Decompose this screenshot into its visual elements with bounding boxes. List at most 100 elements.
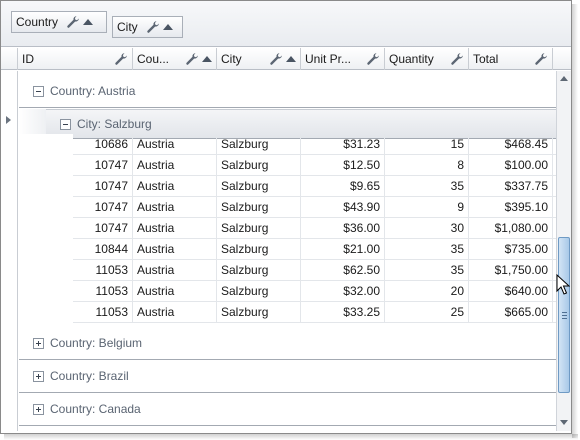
cell-total[interactable]: $665.00 xyxy=(469,302,553,323)
wrench-icon[interactable] xyxy=(534,52,548,66)
scroll-up-arrow-icon[interactable] xyxy=(560,76,568,81)
cell-quantity[interactable]: 20 xyxy=(385,281,469,302)
cell-quantity[interactable]: 35 xyxy=(385,239,469,260)
cell-total[interactable]: $337.75 xyxy=(469,176,553,197)
cell-country[interactable]: Austria xyxy=(133,197,217,218)
column-header-row: ID Cou... City Unit Pr... Quantity Total xyxy=(1,48,571,70)
column-header-total[interactable]: Total xyxy=(469,48,553,70)
cell-country[interactable]: Austria xyxy=(133,218,217,239)
table-row[interactable]: 10747 Austria Salzburg $36.00 30 $1,080.00 xyxy=(73,218,556,239)
cell-total[interactable]: $100.00 xyxy=(469,155,553,176)
column-header-city[interactable]: City xyxy=(217,48,301,70)
table-row[interactable]: 10686 Austria Salzburg $31.23 15 $468.45 xyxy=(73,134,556,155)
wrench-icon[interactable] xyxy=(450,52,464,66)
cell-quantity[interactable]: 8 xyxy=(385,155,469,176)
cell-id[interactable]: 10844 xyxy=(73,239,133,260)
group-chip-city[interactable]: City xyxy=(112,16,183,38)
wrench-icon[interactable] xyxy=(269,52,283,66)
cell-quantity[interactable]: 25 xyxy=(385,302,469,323)
cell-quantity[interactable]: 35 xyxy=(385,176,469,197)
cell-unit-price[interactable]: $31.23 xyxy=(301,134,385,155)
sort-ascending-icon[interactable] xyxy=(83,19,94,25)
cell-id[interactable]: 10747 xyxy=(73,176,133,197)
cell-unit-price[interactable]: $33.25 xyxy=(301,302,385,323)
group-row-belgium[interactable]: Country: Belgium xyxy=(19,327,556,360)
wrench-icon[interactable] xyxy=(66,15,80,29)
cell-id[interactable]: 10747 xyxy=(73,218,133,239)
column-header-unit-price[interactable]: Unit Pr... xyxy=(301,48,385,70)
cell-id[interactable]: 10686 xyxy=(73,134,133,155)
cell-quantity[interactable]: 30 xyxy=(385,218,469,239)
vertical-scrollbar[interactable] xyxy=(556,71,571,431)
cell-id[interactable]: 11053 xyxy=(73,302,133,323)
cell-id[interactable]: 10747 xyxy=(73,197,133,218)
expand-plus-icon[interactable] xyxy=(33,337,44,349)
group-row-austria[interactable]: Country: Austria xyxy=(19,75,556,108)
table-row[interactable]: 10747 Austria Salzburg $43.90 9 $395.10 xyxy=(73,197,556,218)
table-row[interactable]: 10747 Austria Salzburg $9.65 35 $337.75 xyxy=(73,176,556,197)
cell-total[interactable]: $640.00 xyxy=(469,281,553,302)
table-row[interactable]: 11053 Austria Salzburg $33.25 25 $665.00 xyxy=(73,302,556,323)
collapse-minus-icon[interactable] xyxy=(60,118,71,130)
cell-city[interactable]: Salzburg xyxy=(217,281,301,302)
cell-total[interactable]: $1,080.00 xyxy=(469,218,553,239)
collapse-minus-icon[interactable] xyxy=(33,85,44,97)
scrollbar-thumb[interactable] xyxy=(558,237,570,393)
column-header-label: Cou... xyxy=(137,52,170,66)
cell-total[interactable]: $735.00 xyxy=(469,239,553,260)
cell-unit-price[interactable]: $32.00 xyxy=(301,281,385,302)
cell-country[interactable]: Austria xyxy=(133,281,217,302)
cell-unit-price[interactable]: $43.90 xyxy=(301,197,385,218)
cell-quantity[interactable]: 15 xyxy=(385,134,469,155)
cell-id[interactable]: 11053 xyxy=(73,281,133,302)
cell-unit-price[interactable]: $9.65 xyxy=(301,176,385,197)
wrench-icon[interactable] xyxy=(114,52,128,66)
group-chip-country[interactable]: Country xyxy=(11,11,107,33)
cell-total[interactable]: $468.45 xyxy=(469,134,553,155)
cell-country[interactable]: Austria xyxy=(133,302,217,323)
table-row[interactable]: 11053 Austria Salzburg $32.00 20 $640.00 xyxy=(73,281,556,302)
cell-city[interactable]: Salzburg xyxy=(217,260,301,281)
expand-plus-icon[interactable] xyxy=(33,403,44,415)
expand-plus-icon[interactable] xyxy=(33,370,44,382)
cell-country[interactable]: Austria xyxy=(133,176,217,197)
cell-city[interactable]: Salzburg xyxy=(217,176,301,197)
table-row[interactable]: 10844 Austria Salzburg $21.00 35 $735.00 xyxy=(73,239,556,260)
cell-unit-price[interactable]: $21.00 xyxy=(301,239,385,260)
cell-id[interactable]: 10747 xyxy=(73,155,133,176)
cell-total[interactable]: $395.10 xyxy=(469,197,553,218)
table-row[interactable]: 10747 Austria Salzburg $12.50 8 $100.00 xyxy=(73,155,556,176)
column-header-country[interactable]: Cou... xyxy=(133,48,217,70)
column-header-id[interactable]: ID xyxy=(18,48,133,70)
column-header-label: Quantity xyxy=(389,52,434,66)
scroll-down-arrow-icon[interactable] xyxy=(560,420,568,425)
cell-unit-price[interactable]: $12.50 xyxy=(301,155,385,176)
column-header-quantity[interactable]: Quantity xyxy=(385,48,469,70)
current-row-arrow-icon xyxy=(6,116,11,124)
cell-id[interactable]: 11053 xyxy=(73,260,133,281)
cell-city[interactable]: Salzburg xyxy=(217,197,301,218)
cell-unit-price[interactable]: $62.50 xyxy=(301,260,385,281)
group-row-brazil[interactable]: Country: Brazil xyxy=(19,360,556,393)
wrench-icon[interactable] xyxy=(146,20,160,34)
cell-country[interactable]: Austria xyxy=(133,155,217,176)
cell-city[interactable]: Salzburg xyxy=(217,302,301,323)
sort-ascending-icon[interactable] xyxy=(162,24,173,30)
cell-country[interactable]: Austria xyxy=(133,260,217,281)
wrench-icon[interactable] xyxy=(366,52,380,66)
group-row-label: Country: Canada xyxy=(50,402,141,416)
group-indent xyxy=(19,134,73,323)
cell-city[interactable]: Salzburg xyxy=(217,155,301,176)
cell-country[interactable]: Austria xyxy=(133,239,217,260)
cell-quantity[interactable]: 35 xyxy=(385,260,469,281)
wrench-icon[interactable] xyxy=(185,52,199,66)
table-row[interactable]: 11053 Austria Salzburg $62.50 35 $1,750.00 xyxy=(73,260,556,281)
group-row-canada[interactable]: Country: Canada xyxy=(19,393,556,426)
cell-city[interactable]: Salzburg xyxy=(217,239,301,260)
cell-quantity[interactable]: 9 xyxy=(385,197,469,218)
cell-unit-price[interactable]: $36.00 xyxy=(301,218,385,239)
cell-city[interactable]: Salzburg xyxy=(217,218,301,239)
cell-city[interactable]: Salzburg xyxy=(217,134,301,155)
cell-total[interactable]: $1,750.00 xyxy=(469,260,553,281)
cell-country[interactable]: Austria xyxy=(133,134,217,155)
